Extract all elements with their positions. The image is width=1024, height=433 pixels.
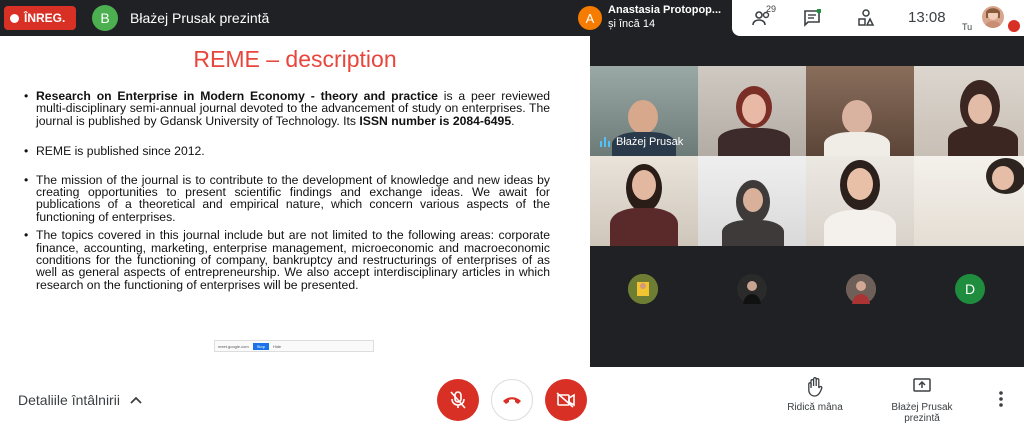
bullet-item: REME is published since 2012.: [22, 145, 550, 158]
meeting-details-button[interactable]: Detaliile întâlnirii: [18, 392, 142, 408]
meet-window: ÎNREG. B Błażej Prusak prezintă A Anasta…: [0, 0, 1024, 433]
speaker-more: și încă 14: [608, 18, 656, 30]
raised-hand-badge: [1008, 20, 1020, 32]
video-tile[interactable]: Błażej Prusak: [590, 66, 698, 156]
video-tile[interactable]: [914, 66, 1024, 156]
participants-count: 29: [766, 4, 777, 14]
participant-avatar[interactable]: D: [955, 274, 985, 304]
self-avatar[interactable]: [982, 6, 1004, 28]
tile-name: Błażej Prusak: [616, 136, 684, 148]
record-dot-icon: [10, 13, 19, 23]
more-options-button[interactable]: [995, 389, 1007, 409]
presenter-label: Błażej Prusak prezintă: [130, 10, 270, 26]
video-tile[interactable]: [914, 156, 1024, 246]
bullet-end: .: [511, 113, 515, 128]
mic-toggle-button[interactable]: [437, 379, 479, 421]
bullet-item: The topics covered in this journal inclu…: [22, 229, 550, 291]
slide-title: REME – description: [193, 46, 397, 72]
activities-button[interactable]: [854, 6, 878, 30]
chevron-up-icon: [130, 396, 142, 404]
participant-avatar[interactable]: [628, 274, 658, 304]
video-tile[interactable]: [698, 156, 806, 246]
bullet-item: The mission of the journal is to contrib…: [22, 173, 550, 224]
screen-share-bar[interactable]: meet.google.com Stop Hide: [214, 340, 374, 352]
slide-bullets: Research on Enterprise in Modern Economy…: [22, 90, 550, 291]
speaking-indicator-icon: [600, 137, 610, 147]
present-icon: [913, 378, 931, 392]
recording-label: ÎNREG.: [24, 11, 66, 25]
meeting-details-label: Detaliile întâlnirii: [18, 392, 120, 408]
speaker-name: Anastasia Protopop...: [608, 4, 722, 16]
hangup-icon: [503, 397, 521, 404]
camera-toggle-button[interactable]: [545, 379, 587, 421]
presenting-button[interactable]: Błażej Prusak prezintă: [877, 377, 967, 424]
stop-sharing-button[interactable]: Stop: [252, 342, 269, 350]
share-text: meet.google.com: [218, 343, 249, 349]
raise-hand-button[interactable]: Ridică mâna: [770, 377, 860, 413]
chat-button[interactable]: [800, 6, 824, 30]
right-toolbar: 29 13:08 Tu: [732, 0, 1024, 36]
leave-call-button[interactable]: [491, 379, 533, 421]
presenting-line1: Błażej Prusak: [891, 402, 953, 413]
clock: 13:08: [908, 9, 946, 26]
hand-icon: [808, 377, 823, 397]
active-speaker-pill[interactable]: A Anastasia Protopop... și încă 14: [572, 0, 732, 36]
mic-off-icon: [450, 391, 466, 409]
chat-icon: [804, 9, 821, 27]
hide-button[interactable]: Hide: [273, 344, 281, 349]
camera-off-icon: [556, 392, 575, 408]
presentation-slide: REME – description Research on Enterpris…: [0, 36, 590, 367]
speaker-avatar: A: [578, 6, 602, 30]
participant-avatar[interactable]: [737, 274, 767, 304]
video-tile[interactable]: [590, 156, 698, 246]
activities-icon: [858, 9, 875, 26]
tile-label: Błażej Prusak: [600, 136, 683, 148]
bottom-bar: Detaliile întâlnirii Ridică mâna Błażej …: [0, 367, 1024, 433]
bullet-item: Research on Enterprise in Modern Economy…: [22, 90, 550, 127]
raise-hand-label: Ridică mâna: [787, 402, 843, 413]
recording-badge[interactable]: ÎNREG.: [4, 6, 76, 30]
bullet-issn: ISSN number is 2084-6495: [359, 113, 512, 128]
video-tile[interactable]: [806, 156, 914, 246]
participant-avatar[interactable]: [846, 274, 876, 304]
video-tile[interactable]: [806, 66, 914, 156]
video-grid: Błażej Prusak D: [590, 66, 1024, 336]
self-label: Tu: [962, 22, 973, 32]
video-tile[interactable]: [698, 66, 806, 156]
top-bar: ÎNREG. B Błażej Prusak prezintă A Anasta…: [0, 0, 1024, 36]
more-vert-icon: [999, 391, 1003, 407]
presenting-line2: prezintă: [904, 413, 940, 424]
presenter-avatar: B: [92, 5, 118, 31]
